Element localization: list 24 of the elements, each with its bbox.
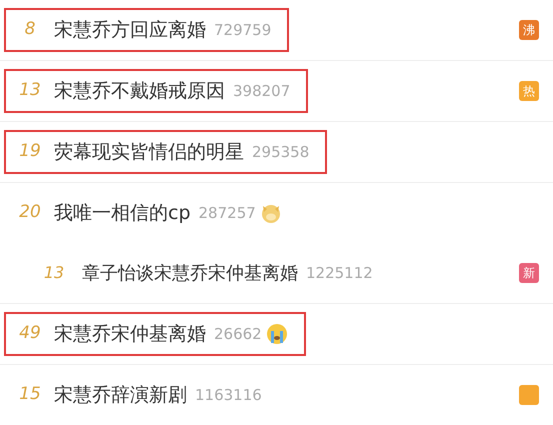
badge: 新	[519, 263, 539, 283]
rank-number: 20	[18, 201, 42, 224]
topic-title: 宋慧乔辞演新剧	[54, 382, 187, 408]
rank-number: 19	[18, 140, 42, 164]
topic-title: 宋慧乔不戴婚戒原因	[54, 78, 225, 104]
topic-title: 章子怡谈宋慧乔宋仲基离婚	[82, 262, 298, 286]
badge: 沸	[519, 20, 539, 40]
heat-count: 1225112	[306, 262, 373, 284]
rank-number: 13	[42, 262, 66, 284]
rank-number: 8	[24, 18, 36, 42]
rank-number: 15	[18, 383, 42, 406]
topic-title: 荧幕现实皆情侣的明星	[54, 140, 244, 165]
heat-count: 1163116	[195, 384, 262, 406]
heat-count: 26662	[214, 324, 262, 345]
topic-title: 我唯一相信的cp	[54, 200, 191, 226]
badge: 热	[519, 81, 539, 101]
heat-count: 398207	[233, 80, 290, 102]
heat-count: 295358	[252, 142, 310, 163]
topic-title: 宋慧乔方回应离婚	[54, 18, 206, 43]
heat-count: 729759	[214, 20, 272, 41]
rank-number: 49	[18, 322, 42, 346]
rank-number: 13	[18, 79, 42, 102]
topic-title: 宋慧乔宋仲基离婚	[54, 322, 206, 347]
heat-count: 287257	[198, 202, 256, 224]
